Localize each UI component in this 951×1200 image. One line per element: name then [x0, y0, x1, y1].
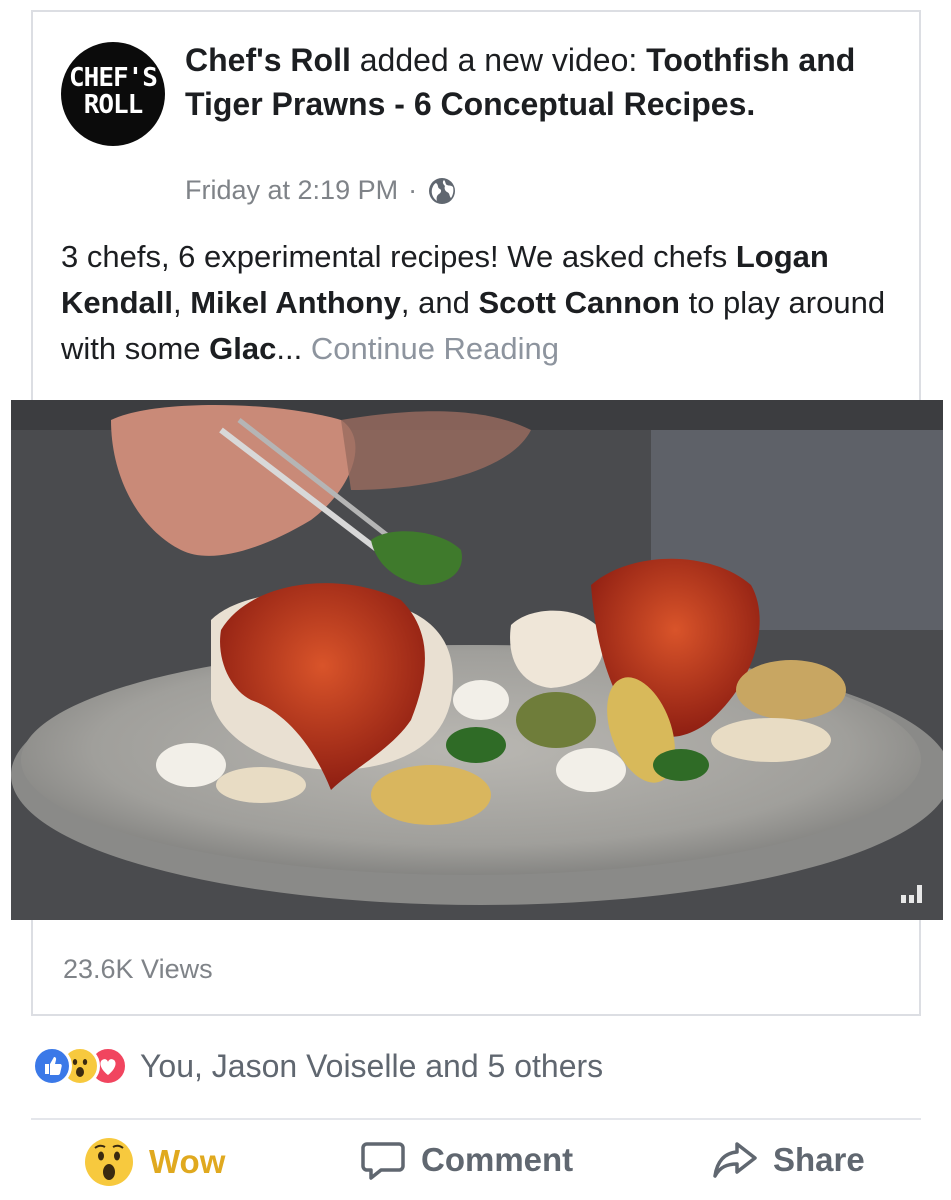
video-player[interactable] [11, 400, 943, 920]
baby-corn [371, 765, 491, 825]
chef-link-2[interactable]: Mikel Anthony [190, 285, 401, 320]
post-meta: Friday at 2:19 PM · [185, 175, 457, 206]
share-icon [713, 1142, 757, 1178]
share-button[interactable]: Share [711, 1136, 865, 1184]
action-divider [31, 1118, 921, 1120]
avatar-line-2: ROLL [83, 90, 144, 120]
post-timestamp[interactable]: Friday at 2:19 PM [185, 175, 398, 206]
wow-label: Wow [149, 1143, 226, 1180]
page-name-link[interactable]: Chef's Roll [185, 42, 351, 78]
tag-link[interactable]: Glac [209, 331, 276, 366]
body-comma: , [172, 285, 191, 320]
wow-reaction-button[interactable]: Wow [83, 1136, 225, 1188]
globe-icon [427, 176, 457, 206]
action-bar: Wow Comment Share [31, 1136, 921, 1196]
page-avatar[interactable]: CHEF'S ROLL [61, 42, 165, 146]
post-headline: Chef's Roll added a new video: Toothfish… [185, 38, 885, 126]
reactions-summary[interactable]: You, Jason Voiselle and 5 others [32, 1046, 603, 1086]
continue-reading-link[interactable]: Continue Reading [311, 331, 559, 366]
post-body-text: 3 chefs, 6 experimental recipes! We aske… [61, 234, 901, 372]
comment-button[interactable]: Comment [359, 1136, 573, 1184]
like-icon [32, 1046, 72, 1086]
body-part-1: 3 chefs, 6 experimental recipes! We aske… [61, 239, 736, 274]
body-ellipsis: ... [276, 331, 311, 366]
meta-separator: · [408, 175, 418, 205]
video-frame [11, 400, 943, 920]
headline-action-text: added a new video: [350, 42, 647, 78]
comment-icon [361, 1142, 405, 1180]
share-label: Share [773, 1141, 865, 1178]
comment-label: Comment [421, 1141, 574, 1178]
reaction-summary-text: You, Jason Voiselle and 5 others [140, 1047, 604, 1084]
avatar-line-1: CHEF'S [69, 63, 158, 93]
view-count: 23.6K Views [63, 954, 213, 984]
body-and: , and [400, 285, 479, 320]
wow-button-icon [85, 1138, 133, 1186]
post-card: CHEF'S ROLL Chef's Roll added a new vide… [11, 10, 943, 1016]
chef-link-3[interactable]: Scott Cannon [478, 285, 680, 320]
